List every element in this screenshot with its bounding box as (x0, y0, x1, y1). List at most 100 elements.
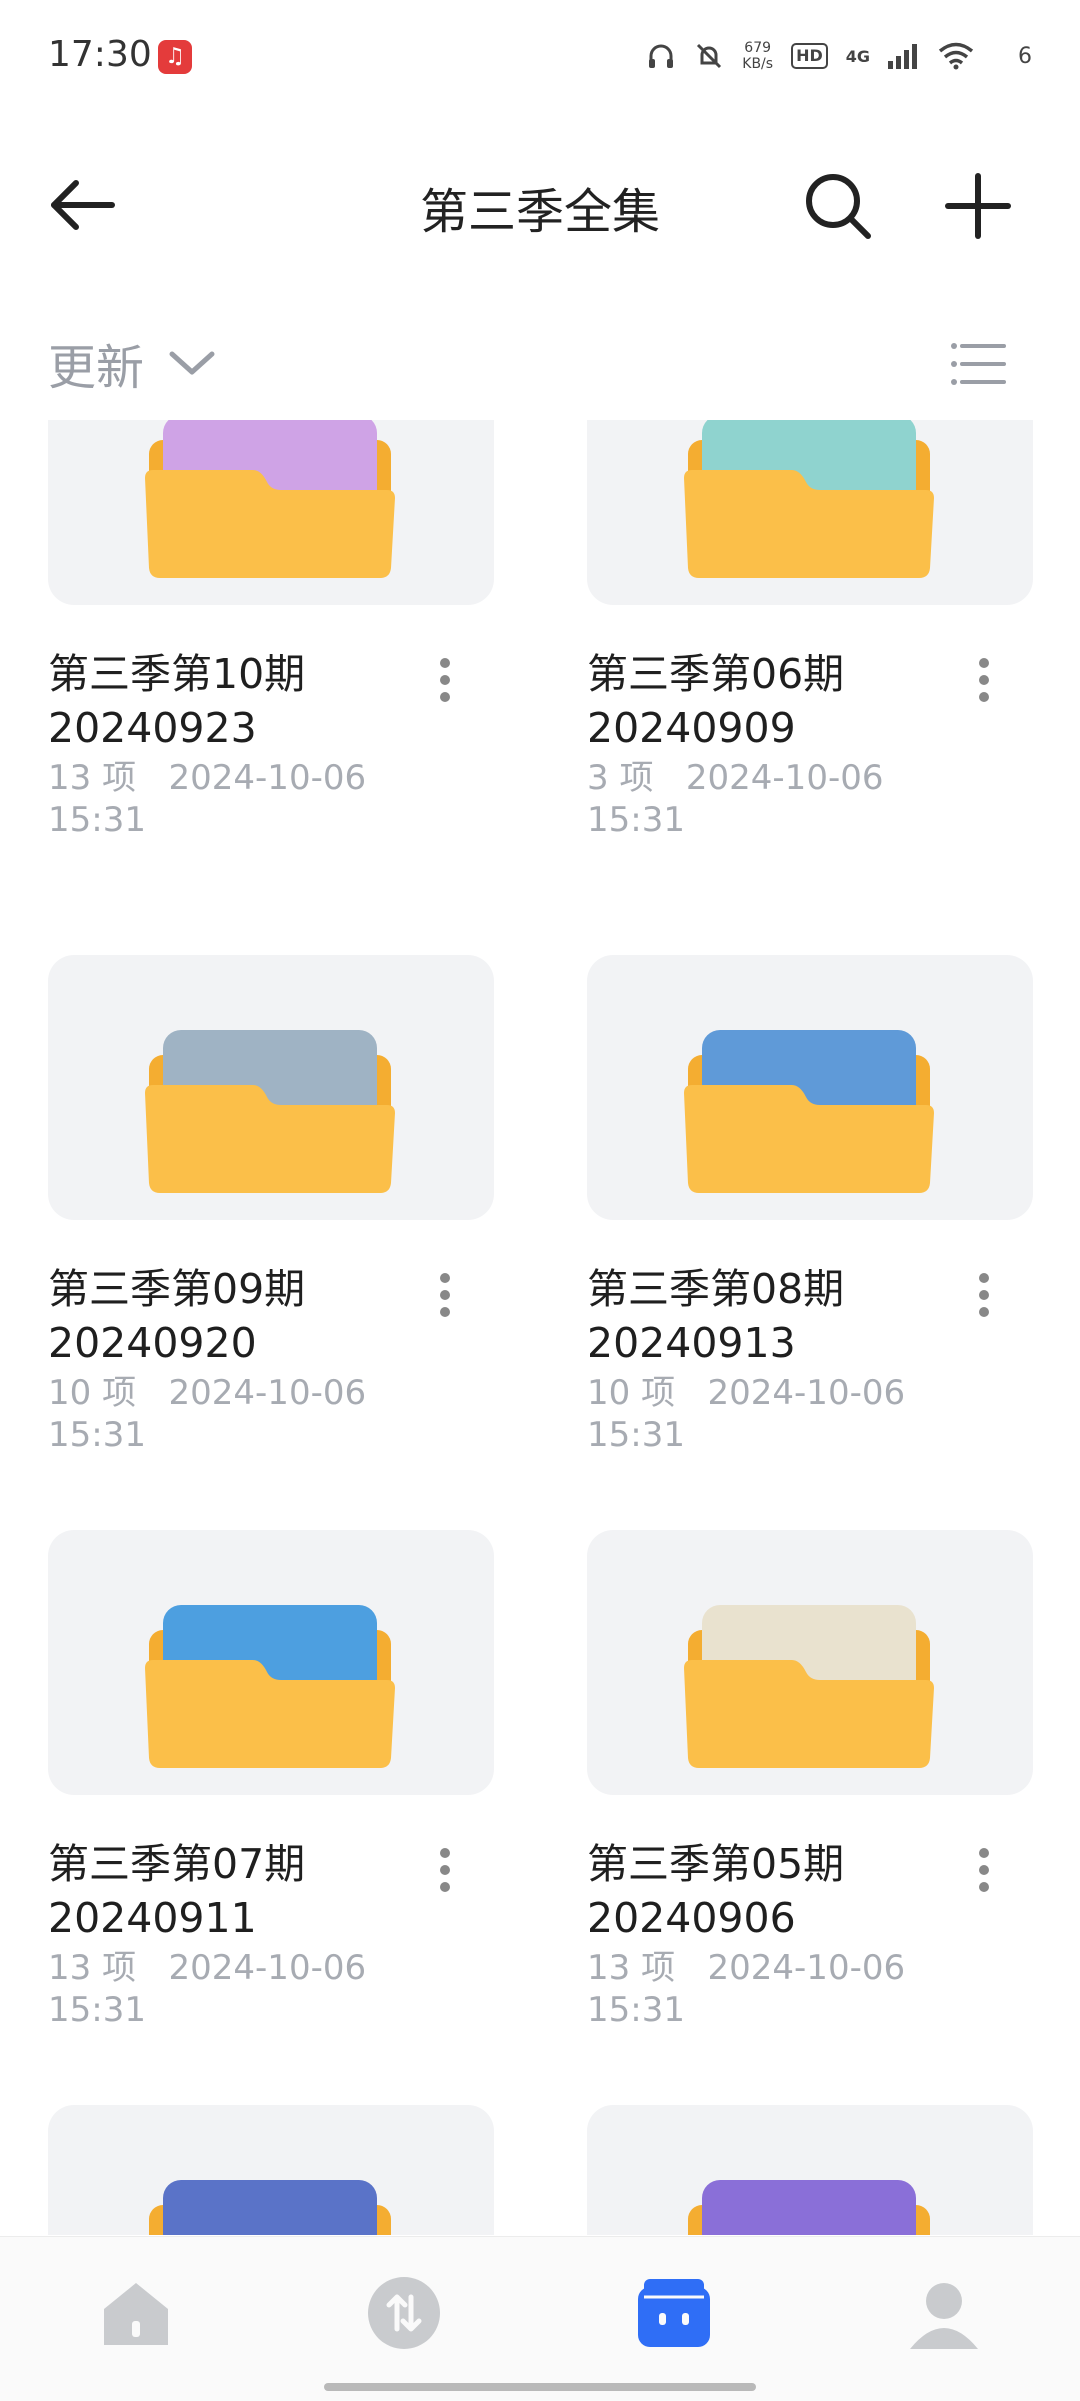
more-dot (440, 675, 450, 685)
status-bar: 17:30 ♫ 679 KB/s HD 4G 6 (0, 0, 1080, 110)
transfer-icon (368, 2277, 440, 2349)
more-dot (979, 658, 989, 668)
modified-date: 2024-10-06 (168, 758, 367, 798)
folder-thumbnail[interactable] (48, 955, 494, 1220)
modified-date: 2024-10-06 (168, 1948, 367, 1988)
more-dot (440, 1273, 450, 1283)
modified-time: 15:31 (48, 800, 146, 840)
home-indicator[interactable] (324, 2383, 756, 2391)
top-bar: 第三季全集 (0, 140, 1080, 270)
bottom-nav (0, 2236, 1080, 2401)
more-dot (979, 1273, 989, 1283)
modified-time: 15:31 (587, 1990, 685, 2030)
folder-meta: 10 项 2024-10-06 15:31 (587, 1372, 987, 1456)
more-dot (979, 1307, 989, 1317)
folder-icon (684, 420, 934, 578)
sort-button[interactable]: 更新 (48, 328, 216, 398)
battery-level: 6 (1018, 43, 1032, 69)
modified-time: 15:31 (48, 1415, 146, 1455)
more-options-button[interactable] (969, 650, 999, 710)
folder-meta: 3 项 2024-10-06 15:31 (587, 757, 987, 841)
item-count: 13 项 (587, 1948, 676, 1988)
folder-icon (149, 2180, 391, 2235)
folder-thumbnail[interactable] (48, 1530, 494, 1795)
folder-thumbnail[interactable] (587, 955, 1033, 1220)
more-dot (979, 675, 989, 685)
plus-icon (945, 173, 1011, 239)
folder-icon (145, 420, 395, 578)
folder-grid: 第三季第10期 20240923 13 项 2024-10-06 15:31 第三季第… (0, 420, 1080, 2235)
folder-icon (688, 2180, 930, 2235)
more-options-button[interactable] (430, 1840, 460, 1900)
search-button[interactable] (800, 168, 876, 244)
more-dot (979, 1290, 989, 1300)
more-dot (979, 692, 989, 702)
folder-name: 第三季第08期 20240913 (587, 1265, 845, 1367)
more-dot (440, 1290, 450, 1300)
folder-icon (145, 1605, 395, 1768)
search-icon (806, 174, 871, 239)
more-options-button[interactable] (430, 1265, 460, 1325)
page-title: 第三季全集 (419, 184, 660, 240)
folder-meta: 13 项 2024-10-06 15:31 (48, 757, 448, 841)
hd-badge: HD (791, 43, 828, 69)
profile-icon (910, 2283, 978, 2349)
more-options-button[interactable] (969, 1265, 999, 1325)
files-icon (638, 2279, 710, 2347)
network-type: 4G (845, 46, 870, 66)
folder-thumbnail[interactable] (587, 420, 1033, 605)
folder-thumbnail[interactable] (587, 1530, 1033, 1795)
bell-off-icon (697, 43, 722, 69)
folder-thumbnail[interactable] (48, 2105, 494, 2235)
sort-bar: 更新 (0, 320, 1080, 410)
more-dot (440, 1848, 450, 1858)
more-dot (440, 692, 450, 702)
item-count: 10 项 (48, 1373, 137, 1413)
signal-icon (888, 44, 917, 69)
folder-name: 第三季第05期 20240906 (587, 1840, 845, 1942)
headphones-icon (649, 44, 674, 68)
more-dot (979, 1865, 989, 1875)
sort-label: 更新 (48, 340, 145, 396)
modified-time: 15:31 (48, 1990, 146, 2030)
nav-files[interactable] (634, 2273, 714, 2353)
network-speed: 679 KB/s (742, 40, 774, 72)
more-options-button[interactable] (430, 650, 460, 710)
item-count: 13 项 (48, 758, 137, 798)
modified-date: 2024-10-06 (707, 1373, 906, 1413)
folder-thumbnail[interactable] (48, 420, 494, 605)
more-dot (979, 1882, 989, 1892)
wifi-icon (938, 42, 974, 70)
modified-time: 15:31 (587, 1415, 685, 1455)
chevron-down-icon (169, 351, 215, 375)
modified-time: 15:31 (587, 800, 685, 840)
modified-date: 2024-10-06 (685, 758, 884, 798)
folder-icon (684, 1030, 934, 1193)
item-count: 13 项 (48, 1948, 137, 1988)
more-dot (440, 1865, 450, 1875)
folder-meta: 13 项 2024-10-06 15:31 (48, 1947, 448, 2031)
folder-meta: 10 项 2024-10-06 15:31 (48, 1372, 448, 1456)
item-count: 3 项 (587, 758, 654, 798)
folder-thumbnail[interactable] (587, 2105, 1033, 2235)
add-button[interactable] (940, 168, 1016, 244)
folder-name: 第三季第10期 20240923 (48, 650, 306, 752)
nav-home[interactable] (96, 2273, 176, 2353)
more-dot (440, 1307, 450, 1317)
view-toggle-button[interactable] (948, 334, 1008, 394)
netease-music-icon: ♫ (158, 40, 192, 74)
folder-meta: 13 项 2024-10-06 15:31 (587, 1947, 987, 2031)
nav-transfer[interactable] (364, 2273, 444, 2353)
folder-name: 第三季第06期 20240909 (587, 650, 845, 752)
more-options-button[interactable] (969, 1840, 999, 1900)
folder-name: 第三季第07期 20240911 (48, 1840, 306, 1942)
status-icons: 679 KB/s HD 4G 6 (646, 36, 1032, 76)
modified-date: 2024-10-06 (168, 1373, 367, 1413)
home-icon (104, 2283, 168, 2345)
nav-profile[interactable] (904, 2273, 984, 2353)
more-dot (440, 658, 450, 668)
more-dot (979, 1848, 989, 1858)
modified-date: 2024-10-06 (707, 1948, 906, 1988)
folder-name: 第三季第09期 20240920 (48, 1265, 306, 1367)
status-time: 17:30 (48, 34, 152, 75)
